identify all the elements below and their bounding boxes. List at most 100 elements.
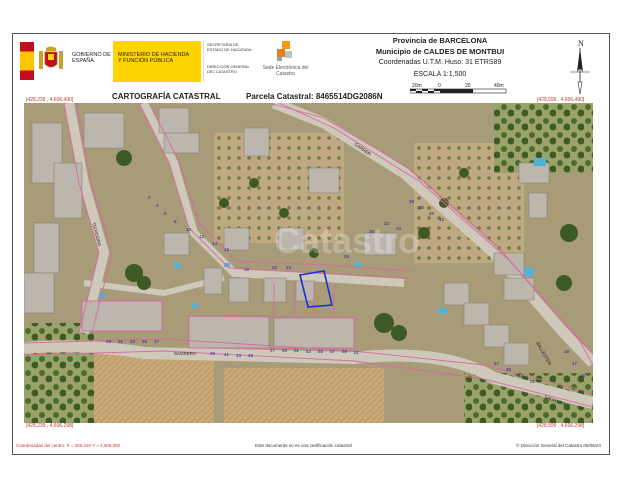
building (273, 317, 355, 349)
house-number: 19 (564, 349, 570, 354)
province-title: Provincia de BARCELONA (392, 36, 488, 45)
center-coordinates: Coordenadas del centro: X = 428,419 Y = … (16, 443, 121, 448)
sede-logo-icon (277, 41, 292, 61)
house-number: 27 (494, 361, 500, 366)
south-field-east (224, 368, 384, 423)
house-number: 30 (369, 229, 375, 234)
scale-tick-3: 40m (494, 83, 504, 89)
house-number: 38 (419, 205, 425, 210)
parcel-title: Parcela Catastral: 8465514DG2086N (246, 92, 383, 101)
pool (174, 263, 181, 268)
building (528, 192, 548, 219)
coat-of-arms-icon (39, 46, 63, 69)
tree (116, 150, 132, 166)
house-number: 45 (248, 353, 254, 358)
house-number: 37 (154, 339, 160, 344)
house-number: 23 (518, 373, 524, 378)
scale-bar: 20m 0 20 40m (410, 83, 507, 94)
house-number: 21 (530, 379, 536, 384)
aerial-map-svg: Catastro CARRER SAGRERA TEIXIDORA BALLES… (24, 103, 593, 423)
pool (534, 158, 546, 166)
house-number: 61 (354, 350, 360, 355)
building (53, 162, 83, 219)
wooded-area-w (24, 323, 94, 423)
building (163, 232, 190, 256)
house-number: 25 (506, 367, 512, 372)
secretaria-label: SECRETARÍA DE ESTADO DE HACIENDA (207, 42, 252, 52)
house-number: 18 (244, 267, 250, 272)
copyright: © Dirección General del Catastro 05/06/2… (516, 443, 601, 448)
scale-tick-0: 20m (412, 83, 422, 89)
house-number: 36 (409, 199, 415, 204)
house-number: 10 (186, 227, 192, 232)
corner-bottom-left: [428,239 , 4,606,298] (26, 423, 74, 429)
tree (391, 325, 407, 341)
building (158, 107, 190, 134)
house-number: 33 (130, 339, 136, 344)
house-number: 15 (580, 373, 586, 378)
sede-label: Sede Electrónica del Catastro (262, 65, 309, 77)
house-number: 16 (224, 247, 230, 252)
house-number: 26 (344, 254, 350, 259)
building (308, 167, 340, 194)
house-number: 47 (270, 348, 276, 353)
scale-tick-1: 0 (438, 83, 441, 89)
building (503, 342, 530, 366)
building (228, 277, 250, 303)
pool (439, 308, 447, 314)
house-number: 29 (106, 339, 112, 344)
building (443, 282, 470, 306)
street-label: SAGRERA (174, 351, 196, 356)
building (463, 302, 490, 326)
direccion-label: DIRECCIÓN GENERAL DEL CATASTRO (207, 64, 250, 74)
south-field-west (94, 353, 214, 423)
building (263, 277, 287, 303)
building (203, 267, 223, 295)
tree (556, 275, 572, 291)
corner-bottom-right: [428,599 , 4,606,298] (537, 423, 585, 429)
house-number: 31 (118, 339, 124, 344)
tree (249, 178, 259, 188)
house-number: 34 (396, 226, 402, 231)
tree (219, 198, 229, 208)
house-number: 49 (282, 348, 288, 353)
house-number: 24 (286, 265, 292, 270)
scale-tick-2: 20 (465, 83, 471, 89)
house-number: 43 (236, 353, 242, 358)
house-number: 57 (330, 349, 336, 354)
spain-flag-band (20, 42, 34, 80)
pool (192, 303, 198, 308)
building (83, 112, 125, 149)
tree (279, 208, 289, 218)
building (503, 277, 535, 301)
north-label: N (578, 39, 584, 48)
gov-label: GOBIERNO DE ESPAÑA (72, 52, 111, 64)
house-number: 40 (429, 211, 435, 216)
building (24, 272, 55, 314)
tree (374, 313, 394, 333)
house-number: 41 (224, 352, 230, 357)
building (33, 222, 60, 274)
house-number: 51 (294, 348, 300, 353)
house-number: 53 (306, 349, 312, 354)
disclaimer: Este documento no es una certificación c… (255, 443, 352, 448)
municipality-title: Municipio de CALDES DE MONTBUI (375, 47, 505, 56)
building (243, 127, 270, 157)
ministry-label: MINISTERIO DE HACIENDA Y FUNCIÓN PÚBLICA (118, 52, 189, 64)
house-number: 55 (318, 349, 324, 354)
house-number: 32 (384, 221, 390, 226)
house-number: 17 (572, 361, 578, 366)
cartography-title: CARTOGRAFÍA CATASTRAL (112, 92, 221, 101)
house-number: 39 (210, 351, 216, 356)
tree (560, 224, 578, 242)
pool (524, 268, 534, 276)
house-number: 59 (342, 349, 348, 354)
scale-label: ESCALA 1:1,500 (413, 71, 467, 78)
cadastral-map[interactable]: Catastro CARRER SAGRERA TEIXIDORA BALLES… (24, 103, 593, 423)
house-number: 12 (199, 234, 205, 239)
house-number: 35 (142, 339, 148, 344)
house-number: 22 (272, 265, 278, 270)
house-number: 14 (212, 241, 218, 246)
tree (459, 168, 469, 178)
tree (137, 276, 151, 290)
